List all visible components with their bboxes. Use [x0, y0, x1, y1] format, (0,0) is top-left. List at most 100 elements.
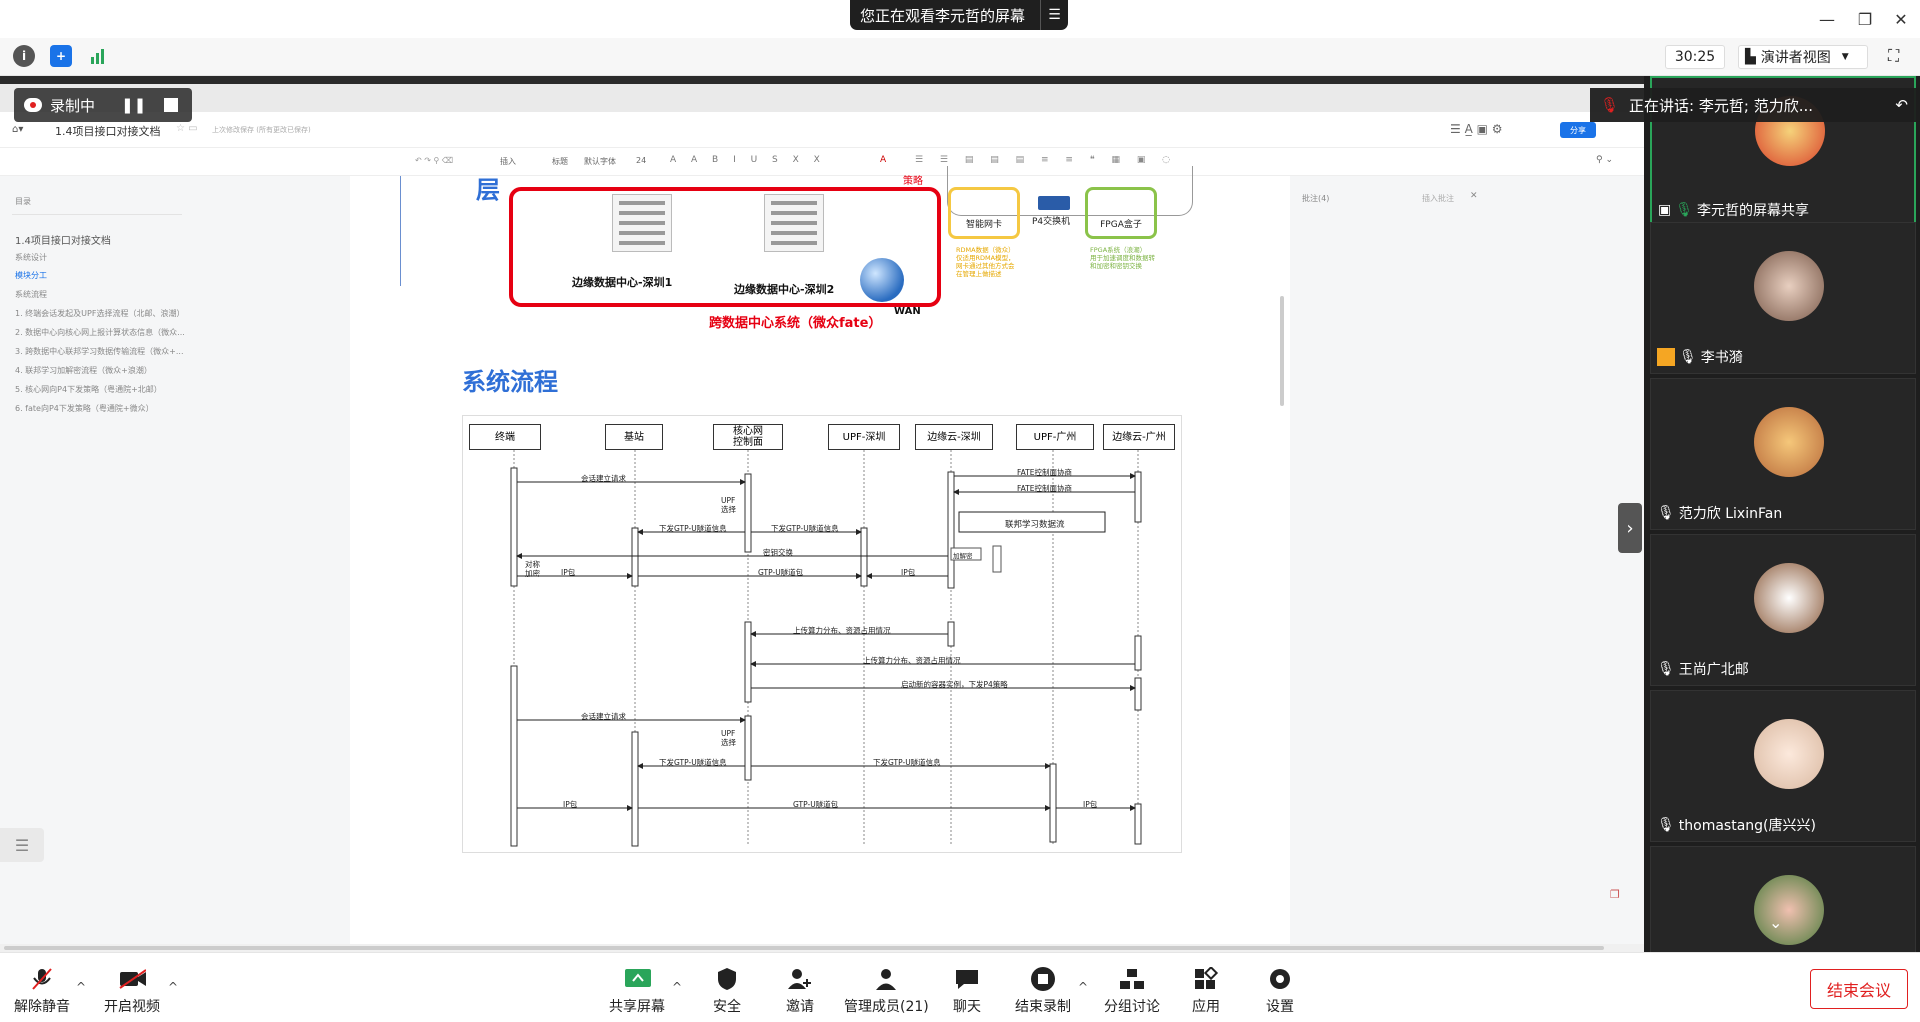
- video-label: 开启视频: [104, 999, 160, 1015]
- section-heading: 系统流程: [462, 368, 558, 396]
- actor-edge-shenzhen: 边缘云-深圳: [915, 424, 993, 450]
- seq-message: 加解密: [953, 552, 973, 560]
- search-icon[interactable]: ⚲ ⌄: [1596, 155, 1613, 165]
- paragraph-format-icons[interactable]: ☰ ☰ ▤ ▤ ▤ ≡ ≡ ❝ ▦ ▣ ◌: [915, 155, 1177, 165]
- avatar: [1754, 719, 1824, 789]
- stop-recording-button[interactable]: 结束录制: [1015, 966, 1071, 1016]
- cloud-record-icon: [24, 98, 42, 112]
- outline-item[interactable]: 5. 核心网向P4下发策略（粤通院+北邮）: [15, 384, 162, 395]
- scroll-down-icon[interactable]: ⌄: [1769, 913, 1782, 932]
- nic-note: RDMA数据（微众） 仅适用RDMA模型， 网卡通过其他方式会 在管理上做描述: [956, 246, 1015, 278]
- participant-tile[interactable]: 🎙 王尚广北邮: [1650, 534, 1916, 686]
- doc-tool-icons[interactable]: ☰ A̲ ▣ ⚙: [1450, 122, 1503, 136]
- outline-item[interactable]: 1.4项目接口对接文档: [15, 232, 111, 247]
- settings-button[interactable]: 设置: [1266, 966, 1294, 1016]
- restore-icon[interactable]: ❐: [1850, 6, 1880, 32]
- chat-icon: [953, 966, 981, 992]
- minimize-icon[interactable]: —: [1812, 6, 1842, 32]
- policy-label: 策略: [903, 176, 923, 187]
- outline-item[interactable]: 1. 终端会话发起及UPF选择流程（北邮、浪潮）: [15, 308, 184, 319]
- audio-options-icon[interactable]: ^: [76, 980, 86, 994]
- share-doc-button[interactable]: 分享: [1560, 122, 1596, 138]
- security-button[interactable]: 安全: [713, 966, 741, 1016]
- view-mode-button[interactable]: ▙ 演讲者视图 ▼: [1738, 45, 1868, 69]
- apps-label: 应用: [1192, 999, 1220, 1015]
- fpga-box-label: FPGA盒子: [1100, 220, 1142, 230]
- text-format-icons[interactable]: A A B I U S X X: [670, 155, 826, 165]
- end-meeting-button[interactable]: 结束会议: [1810, 969, 1908, 1009]
- font-size-select[interactable]: 24: [636, 156, 646, 165]
- share-screen-button[interactable]: 共享屏幕: [609, 966, 665, 1016]
- wan-label: WAN: [894, 306, 921, 317]
- seq-message: UPF 选择: [721, 729, 736, 747]
- share-options-icon[interactable]: ^: [672, 980, 682, 994]
- scrollbar-thumb[interactable]: [4, 946, 1604, 950]
- heading-style-select[interactable]: 标题: [552, 156, 568, 167]
- participant-tile[interactable]: 🎙 李书漪: [1650, 222, 1916, 374]
- unmute-button[interactable]: 解除静音: [14, 966, 70, 1016]
- mic-icon: 🎙: [1657, 505, 1675, 521]
- font-select[interactable]: 默认字体: [584, 156, 616, 167]
- participant-name: 🎙 thomastang(唐兴兴): [1657, 817, 1816, 834]
- outline-item[interactable]: 系统流程: [15, 289, 47, 300]
- share-label: 共享屏幕: [609, 999, 665, 1015]
- info-icon[interactable]: i: [13, 45, 35, 67]
- format-toolbar: ↶ ↷ ⚲ ⌫ 插入 标题 默认字体 24 A A B I U S X X A …: [0, 148, 1644, 176]
- browser-tabbar: [0, 84, 1644, 112]
- collapse-gallery-icon[interactable]: ›: [1618, 503, 1642, 553]
- signal-icon[interactable]: [88, 45, 110, 67]
- seq-message: 下发GTP-U隧道信息: [873, 758, 941, 767]
- font-color-icon[interactable]: A: [880, 155, 886, 165]
- apps-button[interactable]: 应用: [1192, 966, 1220, 1016]
- pause-record-icon[interactable]: ❚❚: [121, 96, 146, 114]
- participant-tile[interactable]: ⌄: [1650, 846, 1916, 956]
- vertical-scrollbar[interactable]: [1280, 296, 1284, 406]
- layer-label: 层: [476, 176, 500, 204]
- invite-button[interactable]: 邀请: [786, 966, 814, 1016]
- hand-icon[interactable]: ↶: [1895, 96, 1908, 114]
- apps-icon: [1192, 966, 1220, 992]
- outline-toggle-icon[interactable]: ☰: [0, 828, 44, 862]
- chat-button[interactable]: 聊天: [953, 966, 981, 1016]
- outline-item[interactable]: 系统设计: [15, 252, 47, 263]
- home-icon[interactable]: ⌂▾: [12, 124, 23, 135]
- chat-label: 聊天: [953, 999, 981, 1015]
- seq-message: 上传算力分布、资源占用情况: [793, 626, 891, 635]
- globe-icon: [860, 258, 904, 302]
- avatar: [1754, 407, 1824, 477]
- outline-item[interactable]: 3. 跨数据中心联邦学习数据传输流程（微众+...: [15, 346, 184, 357]
- shield-icon[interactable]: +: [50, 45, 72, 67]
- close-icon[interactable]: ✕: [1886, 6, 1916, 32]
- manage-participants-button[interactable]: 管理成员(21): [844, 966, 929, 1016]
- screen-share-icon: ▣: [1658, 202, 1672, 218]
- breakout-rooms-button[interactable]: 分组讨论: [1104, 966, 1160, 1016]
- outline-item[interactable]: 4. 联邦学习加解密流程（微众+浪潮）: [15, 365, 152, 376]
- actor-upf-shenzhen: UPF-深圳: [828, 424, 900, 450]
- seq-message: 下发GTP-U隧道信息: [659, 524, 727, 533]
- mic-icon: 🎙: [1657, 661, 1675, 677]
- record-options-icon[interactable]: ^: [1078, 980, 1088, 994]
- participant-tile[interactable]: 🎙 thomastang(唐兴兴): [1650, 690, 1916, 842]
- share-menu-icon[interactable]: ☰: [1040, 0, 1068, 30]
- insert-comment-link[interactable]: 插入批注: [1422, 193, 1454, 204]
- star-icon[interactable]: ☆ ▭: [176, 123, 198, 134]
- outline-divider: [12, 214, 182, 215]
- share-banner[interactable]: 您正在观看李元哲的屏幕 ☰: [850, 0, 1068, 30]
- comment-bubble-icon[interactable]: ❐: [1610, 888, 1628, 906]
- participant-tile[interactable]: 🎙 范力欣 LixinFan: [1650, 378, 1916, 530]
- outline-item-active[interactable]: 模块分工: [15, 270, 47, 281]
- video-options-icon[interactable]: ^: [168, 980, 178, 994]
- outline-item[interactable]: 2. 数据中心向核心网上报计算状态信息（微众...: [15, 327, 185, 338]
- seq-message: 联邦学习数据流: [1005, 520, 1065, 530]
- outline-item[interactable]: 6. fate向P4下发策略（粤通院+微众）: [15, 403, 154, 414]
- participant-name: ▣ 🎙 李元哲的屏幕共享: [1658, 202, 1810, 219]
- fullscreen-icon[interactable]: ⛶: [1888, 46, 1912, 68]
- seq-message: 启动新的容器实例，下发P4策略: [901, 680, 1008, 689]
- close-comments-icon[interactable]: ✕: [1470, 191, 1478, 201]
- undo-redo-icons[interactable]: ↶ ↷ ⚲ ⌫: [415, 156, 453, 165]
- start-video-button[interactable]: 开启视频: [104, 966, 160, 1016]
- stop-record-icon[interactable]: [164, 98, 179, 112]
- horizontal-scrollbar[interactable]: [0, 944, 1644, 952]
- view-mode-label: 演讲者视图: [1760, 50, 1831, 66]
- insert-menu[interactable]: 插入: [500, 156, 516, 167]
